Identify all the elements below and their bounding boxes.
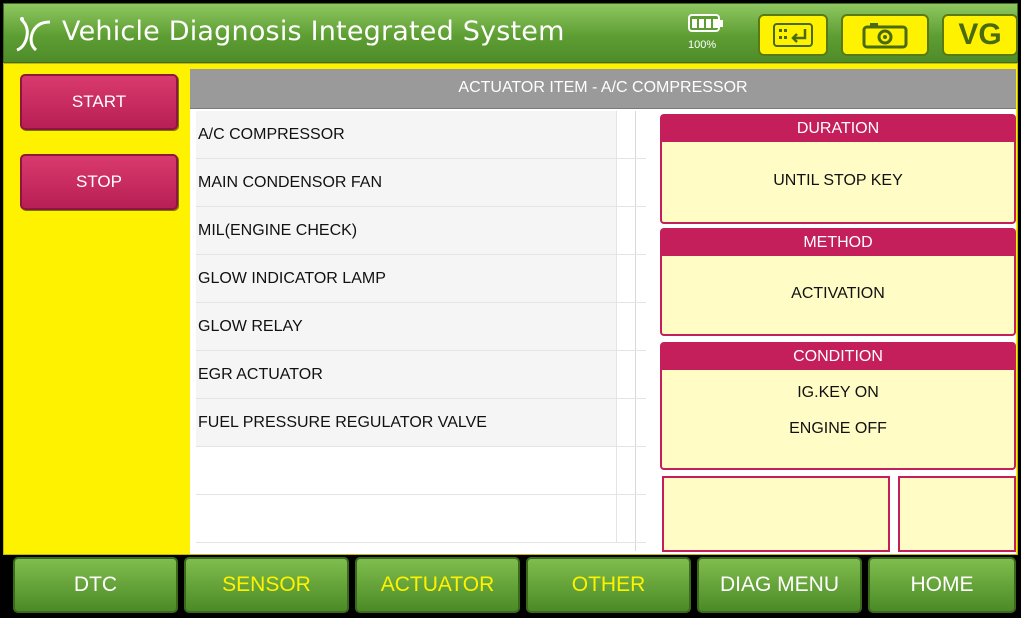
list-item-empty: [196, 447, 616, 495]
list-row-cell: [616, 351, 646, 399]
list-row-cell: [616, 159, 646, 207]
battery-level: 100%: [688, 39, 717, 51]
list-row-cell: [616, 111, 646, 159]
list-item[interactable]: EGR ACTUATOR: [196, 351, 616, 399]
nav-dtc-button[interactable]: DTC: [13, 557, 178, 613]
duration-box: DURATION UNTIL STOP KEY: [660, 114, 1016, 224]
list-row-cell: [616, 303, 646, 351]
screen: Vehicle Diagnosis Integrated System 100%: [0, 0, 1021, 618]
camera-button[interactable]: [841, 14, 929, 56]
condition-value: IG.KEY ON ENGINE OFF: [662, 370, 1014, 440]
vg-label: VG: [958, 18, 1002, 51]
list-row-cell: [616, 495, 646, 543]
jc-logo-icon: [16, 17, 51, 52]
list-item-empty: [196, 495, 616, 543]
keyboard-enter-icon: [773, 23, 813, 47]
method-box: METHOD ACTIVATION: [660, 228, 1016, 336]
blank-info-box: [662, 476, 890, 552]
method-title: METHOD: [662, 230, 1014, 256]
keyboard-button[interactable]: [758, 14, 828, 56]
list-item[interactable]: A/C COMPRESSOR: [196, 111, 616, 159]
list-item[interactable]: MIL(ENGINE CHECK): [196, 207, 616, 255]
battery-icon: 100%: [686, 12, 724, 58]
nav-sensor-button[interactable]: SENSOR: [184, 557, 349, 613]
list-row-cell: [616, 207, 646, 255]
blank-info-box: [898, 476, 1016, 552]
nav-actuator-button[interactable]: ACTUATOR: [355, 557, 520, 613]
panel-header: ACTUATOR ITEM - A/C COMPRESSOR: [190, 69, 1016, 109]
list-item[interactable]: GLOW RELAY: [196, 303, 616, 351]
condition-box: CONDITION IG.KEY ON ENGINE OFF: [660, 342, 1016, 470]
stop-button[interactable]: STOP: [20, 154, 178, 210]
method-value: ACTIVATION: [791, 285, 885, 302]
list-row-cell: [616, 399, 646, 447]
list-row-cell: [616, 255, 646, 303]
nav-other-button[interactable]: OTHER: [526, 557, 691, 613]
duration-value: UNTIL STOP KEY: [773, 172, 903, 189]
list-item[interactable]: FUEL PRESSURE REGULATOR VALVE: [196, 399, 616, 447]
duration-title: DURATION: [662, 116, 1014, 142]
condition-line-2: ENGINE OFF: [789, 420, 887, 437]
condition-title: CONDITION: [662, 344, 1014, 370]
vg-button[interactable]: VG: [942, 14, 1018, 56]
nav-home-button[interactable]: HOME: [868, 557, 1016, 613]
nav-diag-menu-button[interactable]: DIAG MENU: [697, 557, 862, 613]
title-bar: Vehicle Diagnosis Integrated System 100%: [3, 3, 1018, 63]
app-title: Vehicle Diagnosis Integrated System: [62, 16, 565, 47]
start-button[interactable]: START: [20, 74, 178, 130]
list-item[interactable]: GLOW INDICATOR LAMP: [196, 255, 616, 303]
condition-line-1: IG.KEY ON: [797, 384, 879, 401]
actuator-item-list: A/C COMPRESSOR MAIN CONDENSOR FAN MIL(EN…: [196, 111, 646, 551]
list-item[interactable]: MAIN CONDENSOR FAN: [196, 159, 616, 207]
list-row-cell: [616, 447, 646, 495]
camera-icon: [862, 23, 908, 49]
bottom-nav: DTC SENSOR ACTUATOR OTHER DIAG MENU HOME: [3, 555, 1018, 615]
